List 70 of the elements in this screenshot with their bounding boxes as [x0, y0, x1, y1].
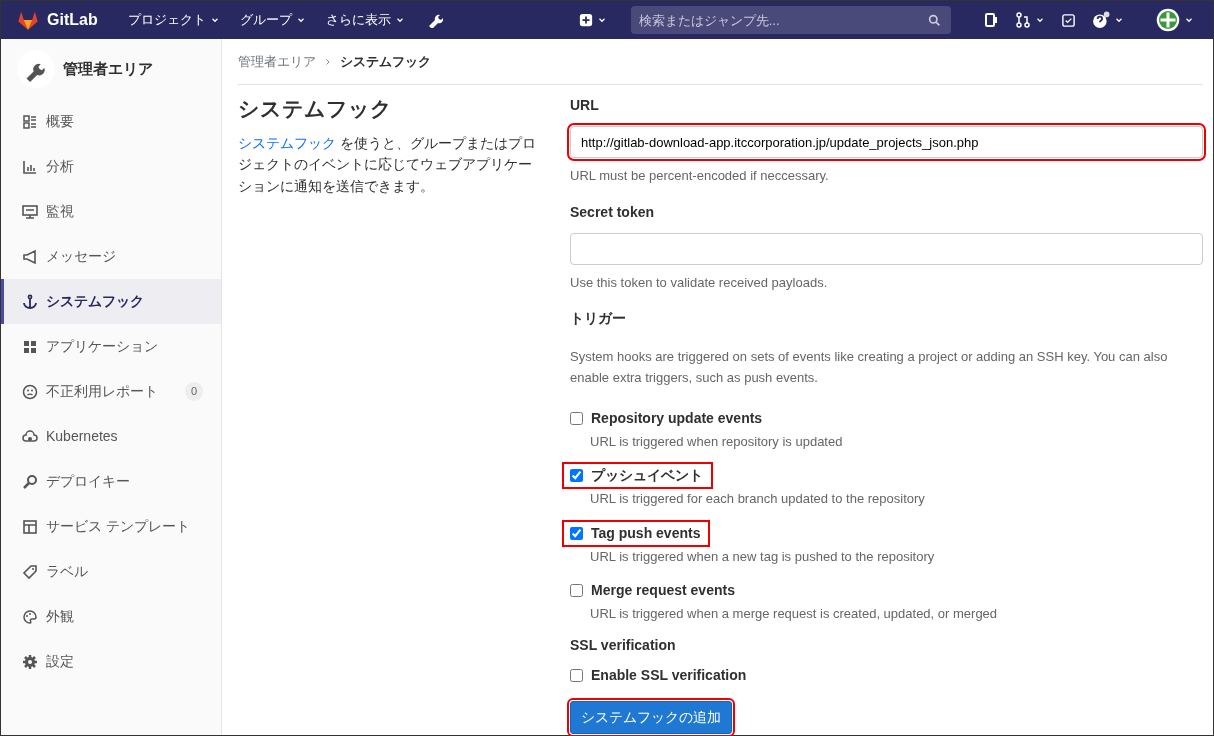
sidebar-item[interactable]: 監視 [1, 189, 221, 234]
sidebar-item[interactable]: サービス テンプレート [1, 504, 221, 549]
search-field[interactable]: 検索またはジャンプ先... [630, 6, 951, 34]
checkbox-help: URL is triggered for each branch updated to the repository [589, 490, 926, 509]
checkbox-label[interactable]: Enable SSL verification [562, 661, 757, 689]
nav-menu-dropdown[interactable]: さらに表示 [319, 10, 411, 30]
tag-icon [22, 563, 38, 580]
triggers-description: System hooks are triggered on sets of events like creating a project or adding an SSH key. You can also enable extra triggers, such as push events. [570, 348, 1169, 387]
secret-token-field[interactable] [570, 232, 1203, 265]
avatar-icon[interactable] [1155, 8, 1180, 32]
overview-icon [22, 113, 38, 130]
field-label: SSL verification [570, 635, 677, 655]
checkbox-help: URL is triggered when a new tag is pushed to the repository [589, 547, 936, 566]
sidebar-title: 管理者エリア [63, 58, 153, 79]
template-icon [22, 518, 38, 535]
palette-icon [22, 608, 38, 625]
nav-menu-dropdown[interactable]: グループ [233, 10, 312, 30]
sidebar-item[interactable]: 概要 [1, 99, 221, 144]
sidebar-item[interactable]: Kubernetes [1, 414, 221, 459]
sidebar-item[interactable]: ラベル [1, 549, 221, 594]
checkbox[interactable] [570, 526, 583, 540]
breadcrumb-link[interactable]: 管理者エリア [238, 51, 316, 72]
intro-text: システムフック を使うと、グループまたはプロジェクトのイベントに応じてウェブアプリケーションに通知を送信できます。 [238, 133, 537, 196]
checkbox-label[interactable]: Merge request events [562, 577, 745, 605]
settings-icon [22, 653, 38, 670]
sidebar-item[interactable]: 外観 [1, 594, 221, 639]
sidebar-item[interactable]: デプロイキー [1, 459, 221, 504]
sidebar-item[interactable]: アプリケーション [1, 324, 221, 369]
anchor-icon [22, 293, 38, 310]
todo-icon[interactable] [982, 12, 999, 28]
add-system-hook-button[interactable]: システムフックの追加 [570, 700, 732, 734]
checkbox[interactable] [570, 584, 583, 598]
checkbox-help: URL is triggered when repository is updated [589, 432, 844, 451]
key-icon [22, 473, 38, 490]
count-badge: 0 [184, 382, 203, 401]
chevron-icon [324, 57, 332, 66]
field-label: トリガー [570, 309, 627, 328]
help-text: Use this token to validate received payloads. [570, 273, 829, 292]
checkbox[interactable] [570, 668, 583, 682]
page-title: システムフック [238, 96, 393, 122]
checkbox-icon[interactable] [1060, 12, 1076, 28]
field-label: URL [570, 96, 600, 115]
checkbox-help: URL is triggered when a merge request is created, updated, or merged [589, 605, 999, 624]
cloud-icon [22, 428, 38, 445]
sidebar-item[interactable]: 設定 [1, 639, 221, 684]
checkbox-label[interactable]: Tag push events [562, 519, 711, 547]
sidebar-item[interactable]: 分析 [1, 144, 221, 189]
plus-square-icon[interactable] [578, 13, 593, 27]
field-label: Secret token [570, 202, 656, 222]
brand-name: GitLab [47, 10, 98, 30]
checkbox-label[interactable]: プッシュイベント [562, 462, 713, 490]
search-icon [927, 14, 941, 27]
sidebar-item[interactable]: 不正利用レポート 0 [1, 369, 221, 414]
merge-request-icon[interactable] [1014, 12, 1031, 28]
monitor-icon [22, 203, 38, 220]
megaphone-icon [22, 248, 38, 265]
checkbox-label[interactable]: Repository update events [562, 404, 773, 432]
intro-link[interactable]: システムフック [238, 134, 336, 151]
chart-icon [22, 158, 38, 175]
breadcrumb-link[interactable]: システムフック [340, 51, 431, 72]
checkbox[interactable] [570, 411, 583, 425]
sidebar-item[interactable]: メッセージ [1, 234, 221, 279]
checkbox[interactable] [570, 469, 583, 483]
help-text: URL must be percent-encoded if neccessary. [570, 167, 830, 185]
apps-icon [22, 338, 38, 355]
sad-face-icon [22, 383, 38, 400]
sidebar-item[interactable]: システムフック [1, 279, 221, 324]
help-icon[interactable] [1091, 11, 1110, 29]
url-field[interactable]: http://gitlab-download-app.itccorporation.jp/update_projects_json.php [570, 126, 1203, 158]
nav-menu-dropdown[interactable]: プロジェクト [121, 10, 226, 30]
